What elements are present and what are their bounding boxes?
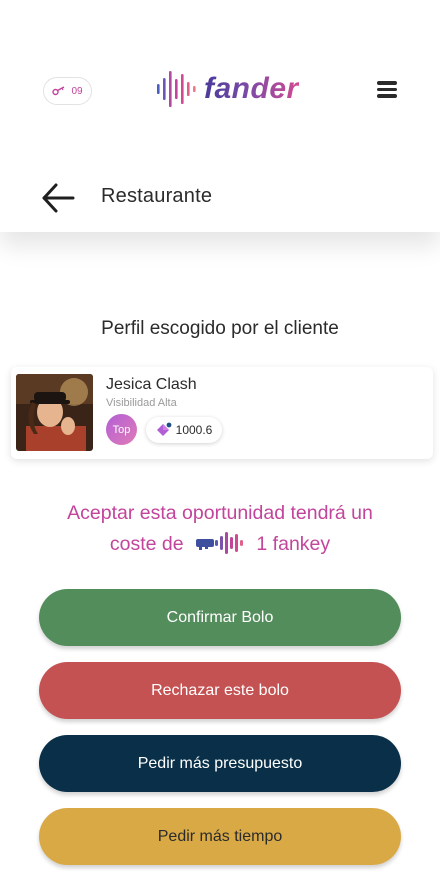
avatar — [16, 374, 93, 451]
profile-card[interactable]: Jesica Clash Visibilidad Alta Top 1000.6 — [11, 367, 433, 459]
back-button[interactable] — [40, 180, 76, 216]
top-badge: Top — [106, 414, 137, 445]
gem-icon — [156, 422, 172, 436]
fankeys-counter[interactable]: 09 — [43, 77, 92, 105]
fankey-icon — [196, 532, 243, 554]
cost-notice: Aceptar esta oportunidad tendrá un coste… — [20, 498, 420, 560]
fankeys-count: 09 — [71, 85, 83, 97]
fander-logo: fander — [156, 68, 299, 110]
section-title: Perfil escogido por el cliente — [101, 318, 339, 339]
request-budget-button[interactable]: Pedir más presupuesto — [39, 735, 401, 792]
cost-line-2: coste de 1 fankey — [20, 529, 420, 560]
soundwave-logo-icon — [157, 71, 196, 107]
cost-amount: 1 fankey — [256, 533, 331, 555]
page-title: Restaurante — [101, 185, 213, 207]
request-time-button[interactable]: Pedir más tiempo — [39, 808, 401, 865]
cost-line-1: Aceptar esta oportunidad tendrá un — [67, 502, 373, 524]
top-header: 09 fander Restaurante — [0, 0, 440, 232]
rating-value: 1000.6 — [175, 423, 213, 437]
arrow-left-icon — [42, 183, 75, 213]
profile-name: Jesica Clash — [106, 376, 197, 393]
confirm-bolo-button[interactable]: Confirmar Bolo — [39, 589, 401, 646]
logo-text: fander — [204, 72, 299, 105]
key-icon — [52, 86, 65, 96]
rating-pill: 1000.6 — [146, 417, 222, 443]
hamburger-menu-icon[interactable] — [377, 81, 397, 98]
cost-prefix: coste de — [109, 533, 184, 555]
reject-bolo-button[interactable]: Rechazar este bolo — [39, 662, 401, 719]
profile-visibility: Visibilidad Alta — [106, 397, 177, 409]
